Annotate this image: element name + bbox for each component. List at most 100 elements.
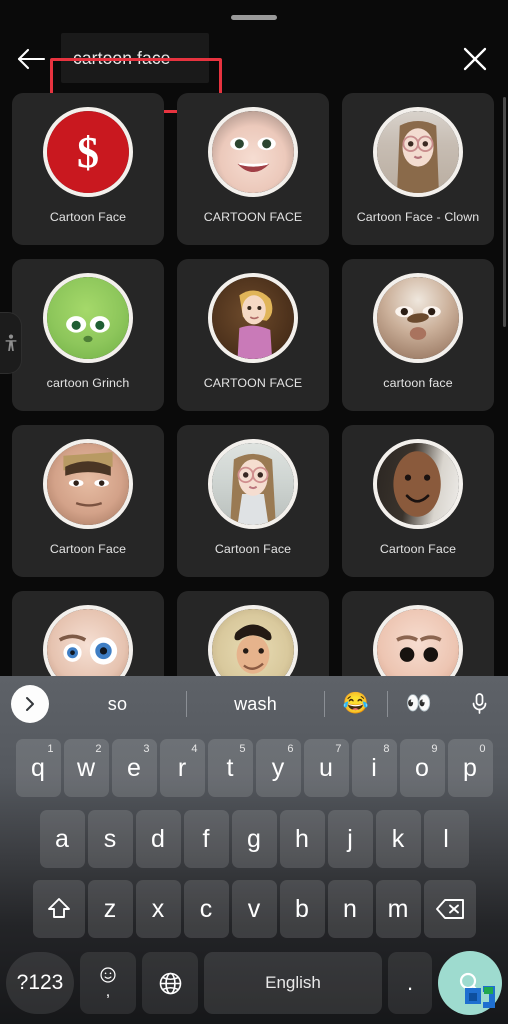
effect-tile[interactable]: cartoon face xyxy=(342,259,494,411)
effect-tile-label: Cartoon Face xyxy=(49,542,127,556)
avatar xyxy=(373,605,463,676)
drag-handle[interactable] xyxy=(231,15,277,20)
avatar xyxy=(373,273,463,363)
key-u[interactable]: u7 xyxy=(303,739,349,797)
key-g[interactable]: g xyxy=(231,810,277,868)
symbols-key[interactable]: ?123 xyxy=(6,952,74,1014)
key-superscript: 5 xyxy=(239,743,246,755)
avatar xyxy=(43,273,133,363)
results-scrollbar[interactable] xyxy=(503,97,506,327)
key-r[interactable]: r4 xyxy=(159,739,205,797)
key-w[interactable]: w2 xyxy=(63,739,109,797)
effect-tile-label: Cartoon Face - Clown xyxy=(356,210,480,224)
key-l[interactable]: l xyxy=(423,810,469,868)
key-m[interactable]: m xyxy=(375,880,421,938)
key-superscript: 4 xyxy=(191,743,198,755)
avatar xyxy=(208,605,298,676)
effect-tile[interactable] xyxy=(177,591,329,676)
keyboard-row-1: q1 w2 e3 r4 t5 y6 u7 i8 o9 p0 xyxy=(0,732,508,804)
key-label: r xyxy=(177,753,187,782)
key-superscript: 7 xyxy=(335,743,342,755)
on-screen-keyboard[interactable]: so wash 😂 👀 q1 w2 e3 r4 t5 y6 u7 i8 o9 p… xyxy=(0,676,508,1024)
effect-tile[interactable] xyxy=(12,591,164,676)
emoji-key-comma: , xyxy=(105,982,111,1000)
key-superscript: 1 xyxy=(47,743,54,755)
key-superscript: 3 xyxy=(143,743,150,755)
suggestion-emoji-laughing[interactable]: 😂 xyxy=(325,692,387,716)
search-input-value: cartoon face xyxy=(73,47,171,68)
key-superscript: 6 xyxy=(287,743,294,755)
effect-tile[interactable]: Cartoon Face xyxy=(177,425,329,577)
back-arrow-icon[interactable] xyxy=(14,42,50,76)
key-b[interactable]: b xyxy=(279,880,325,938)
key-label: o xyxy=(415,753,429,782)
suggestion-emoji-eyes[interactable]: 👀 xyxy=(388,692,450,716)
key-n[interactable]: n xyxy=(327,880,373,938)
effect-tile[interactable]: Cartoon Face - Clown xyxy=(342,93,494,245)
search-header: cartoon face xyxy=(0,28,508,113)
effect-tile-label: CARTOON FACE xyxy=(203,376,303,390)
chevron-right-icon[interactable] xyxy=(11,685,49,723)
key-label: y xyxy=(271,753,285,782)
key-h[interactable]: h xyxy=(279,810,325,868)
microphone-icon[interactable] xyxy=(450,692,508,716)
globe-icon[interactable] xyxy=(142,952,198,1014)
key-i[interactable]: i8 xyxy=(351,739,397,797)
avatar xyxy=(373,439,463,529)
effect-tile[interactable]: $ Cartoon Face xyxy=(12,93,164,245)
avatar xyxy=(373,107,463,197)
key-k[interactable]: k xyxy=(375,810,421,868)
effect-tile-label: cartoon face xyxy=(383,376,453,390)
key-z[interactable]: z xyxy=(87,880,133,938)
key-label: i xyxy=(371,753,377,782)
avatar xyxy=(43,605,133,676)
shift-icon[interactable] xyxy=(32,880,85,938)
key-label: p xyxy=(463,753,477,782)
key-y[interactable]: y6 xyxy=(255,739,301,797)
key-q[interactable]: q1 xyxy=(15,739,61,797)
keyboard-row-3: z x c v b n m xyxy=(0,874,508,944)
key-x[interactable]: x xyxy=(135,880,181,938)
backspace-icon[interactable] xyxy=(423,880,476,938)
key-a[interactable]: a xyxy=(39,810,85,868)
key-f[interactable]: f xyxy=(183,810,229,868)
effect-tiles: $ Cartoon Face CARTOON FACE Cartoon Face… xyxy=(0,93,508,676)
avatar xyxy=(43,439,133,529)
key-s[interactable]: s xyxy=(87,810,133,868)
effect-tile-label: Cartoon Face xyxy=(214,542,292,556)
effect-tile[interactable]: CARTOON FACE xyxy=(177,93,329,245)
accessibility-icon[interactable] xyxy=(0,312,22,374)
key-p[interactable]: p0 xyxy=(447,739,493,797)
keyboard-row-4: ?123 , English . xyxy=(0,944,508,1022)
key-j[interactable]: j xyxy=(327,810,373,868)
suggestion-word-2[interactable]: wash xyxy=(187,694,324,715)
effect-tile[interactable]: Cartoon Face xyxy=(342,425,494,577)
key-label: e xyxy=(127,753,141,782)
suggestion-strip: so wash 😂 👀 xyxy=(0,676,508,732)
effect-tile[interactable]: cartoon Grinch xyxy=(12,259,164,411)
key-t[interactable]: t5 xyxy=(207,739,253,797)
key-e[interactable]: e3 xyxy=(111,739,157,797)
space-key[interactable]: English xyxy=(204,952,382,1014)
key-c[interactable]: c xyxy=(183,880,229,938)
avatar xyxy=(208,273,298,363)
search-input[interactable]: cartoon face xyxy=(61,33,209,83)
sheet-handle-area[interactable] xyxy=(0,0,508,28)
effect-tile[interactable] xyxy=(342,591,494,676)
key-label: u xyxy=(319,753,333,782)
key-v[interactable]: v xyxy=(231,880,277,938)
key-o[interactable]: o9 xyxy=(399,739,445,797)
effect-tile[interactable]: CARTOON FACE xyxy=(177,259,329,411)
effect-tile[interactable]: Cartoon Face xyxy=(12,425,164,577)
emoji-icon[interactable]: , xyxy=(80,952,136,1014)
close-icon[interactable] xyxy=(456,40,494,78)
keyboard-row-2: a s d f g h j k l xyxy=(0,804,508,874)
key-d[interactable]: d xyxy=(135,810,181,868)
effect-tile-label: cartoon Grinch xyxy=(46,376,130,390)
suggestion-word-1[interactable]: so xyxy=(49,694,186,715)
key-superscript: 9 xyxy=(431,743,438,755)
key-label: w xyxy=(76,753,96,782)
effects-results-grid[interactable]: $ Cartoon Face CARTOON FACE Cartoon Face… xyxy=(0,93,508,676)
avatar xyxy=(208,107,298,197)
period-key[interactable]: . xyxy=(388,952,432,1014)
